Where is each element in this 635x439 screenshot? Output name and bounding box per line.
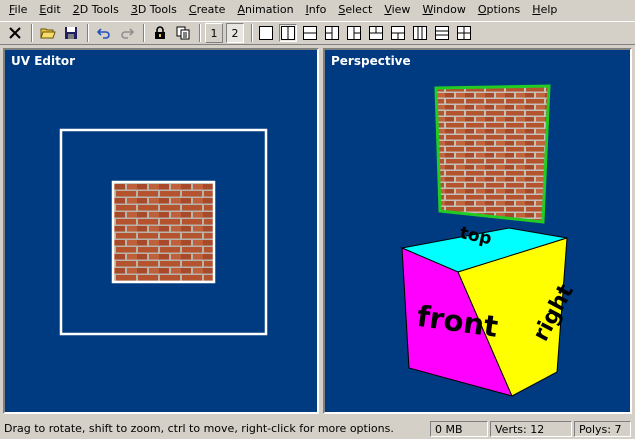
status-message: Drag to rotate, shift to zoom, ctrl to m… (4, 421, 394, 435)
uv-canvas (59, 128, 268, 336)
menu-options[interactable]: Options (472, 1, 526, 19)
status-verts: Verts: 12 (490, 420, 572, 437)
uv-editor-pane[interactable]: UV Editor (3, 48, 319, 414)
copy-icon (176, 26, 190, 40)
redo-button[interactable] (116, 23, 138, 43)
layout-three-rows-button[interactable] (433, 24, 451, 42)
layout-two-vertical-button[interactable] (279, 24, 297, 42)
delete-icon (9, 27, 21, 39)
view-1-button[interactable]: 1 (205, 23, 223, 43)
open-folder-icon (40, 28, 56, 39)
delete-button[interactable] (4, 23, 26, 43)
menu-select[interactable]: Select (332, 1, 378, 19)
layout-three-left-button[interactable] (323, 24, 341, 42)
undo-icon (97, 28, 110, 39)
layout-two-vertical-icon (281, 26, 295, 40)
layout-three-columns-button[interactable] (411, 24, 429, 42)
menu-window[interactable]: Window (416, 1, 471, 19)
toolbar-separator (31, 24, 33, 42)
toolbar-separator (251, 24, 253, 42)
layout-three-top-button[interactable] (367, 24, 385, 42)
layout-three-right-icon (347, 26, 361, 40)
perspective-canvas: front right top (400, 84, 579, 397)
layout-three-top-icon (369, 26, 383, 40)
menu-2d-tools[interactable]: 2D Tools (67, 1, 125, 19)
view-2-button[interactable]: 2 (226, 23, 244, 43)
brick-plane-selected[interactable] (434, 84, 551, 224)
layout-four-icon (457, 26, 471, 40)
layout-three-columns-icon (413, 26, 427, 40)
menu-help[interactable]: Help (526, 1, 563, 19)
layout-two-horizontal-button[interactable] (301, 24, 319, 42)
menu-bar: File Edit 2D Tools 3D Tools Create Anima… (0, 0, 635, 20)
menu-view[interactable]: View (378, 1, 416, 19)
save-button[interactable] (60, 23, 82, 43)
layout-four-button[interactable] (455, 24, 473, 42)
undo-button[interactable] (93, 23, 115, 43)
copy-button[interactable] (172, 23, 194, 43)
toolbar-separator (199, 24, 201, 42)
toolbar: 1 2 (0, 21, 635, 45)
menu-info[interactable]: Info (300, 1, 333, 19)
toolbar-separator (143, 24, 145, 42)
uv-texture-brick[interactable] (111, 180, 216, 284)
redo-icon (121, 28, 134, 39)
status-memory: 0 MB (430, 420, 488, 437)
lock-icon (155, 26, 165, 39)
status-bar: Drag to rotate, shift to zoom, ctrl to m… (0, 418, 635, 439)
perspective-pane[interactable]: Perspective front right top (323, 48, 632, 414)
layout-single-button[interactable] (257, 24, 275, 42)
status-polys: Polys: 7 (574, 420, 631, 437)
layout-three-left-icon (325, 26, 339, 40)
layout-three-rows-icon (435, 26, 449, 40)
toolbar-separator (87, 24, 89, 42)
menu-create[interactable]: Create (183, 1, 232, 19)
layout-single-icon (259, 26, 273, 40)
layout-three-bottom-icon (391, 26, 405, 40)
menu-file[interactable]: File (3, 1, 33, 19)
save-icon (65, 27, 77, 39)
menu-animation[interactable]: Animation (231, 1, 299, 19)
layout-three-right-button[interactable] (345, 24, 363, 42)
menu-edit[interactable]: Edit (33, 1, 66, 19)
layout-three-bottom-button[interactable] (389, 24, 407, 42)
open-button[interactable] (37, 23, 59, 43)
layout-two-horizontal-icon (303, 26, 317, 40)
lock-button[interactable] (149, 23, 171, 43)
menu-3d-tools[interactable]: 3D Tools (125, 1, 183, 19)
